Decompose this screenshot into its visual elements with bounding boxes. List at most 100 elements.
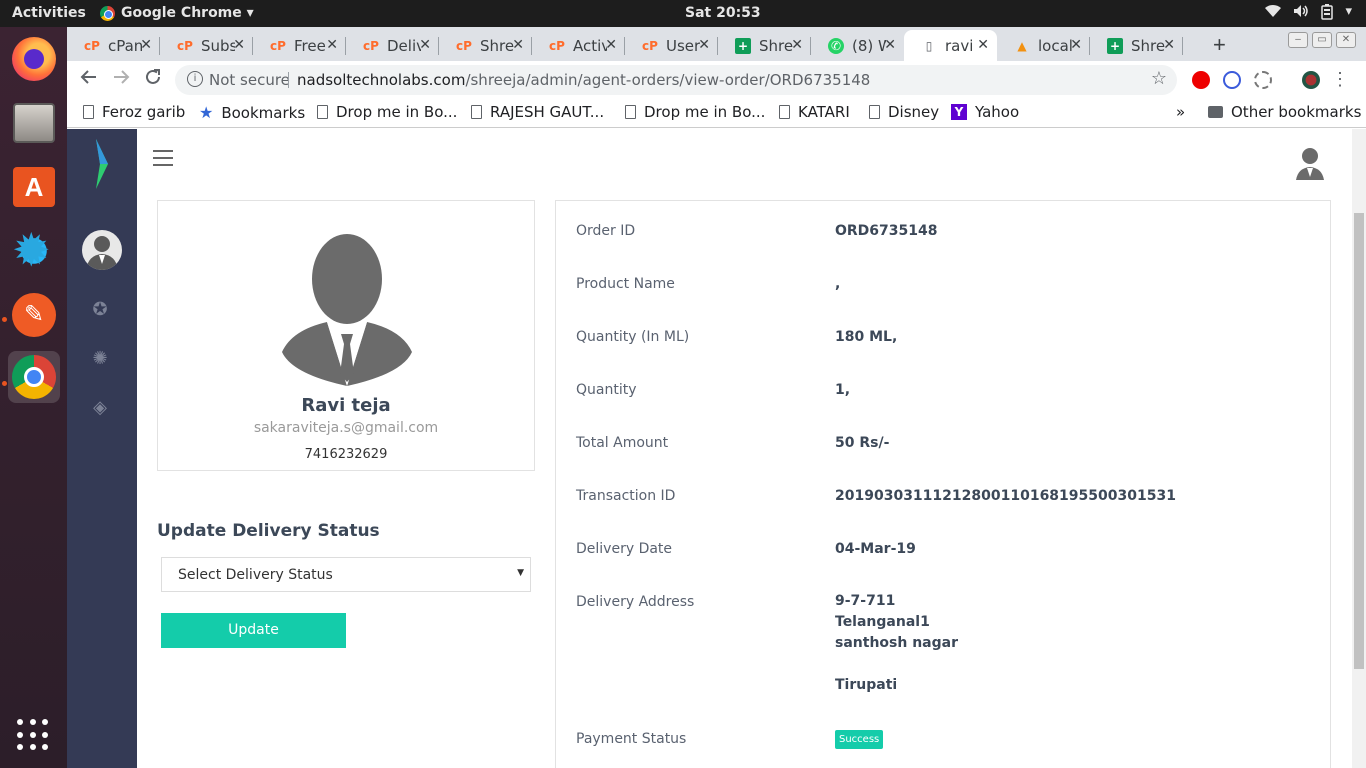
running-indicator	[2, 317, 7, 322]
cpanel-icon: cP	[456, 38, 472, 53]
reload-icon	[146, 69, 160, 84]
cpanel-icon: cP	[642, 38, 658, 53]
browser-tab[interactable]: cP cPan ✕	[67, 30, 160, 61]
update-button[interactable]: Update	[161, 613, 346, 648]
select-value: Select Delivery Status	[178, 567, 333, 583]
dock-software[interactable]: A	[8, 161, 60, 213]
page-scrollbar[interactable]	[1352, 129, 1366, 768]
delivery-status-select[interactable]: Select Delivery Status ▼	[161, 557, 531, 592]
phpmyadmin-icon: ▲	[1017, 38, 1027, 53]
close-tab-icon[interactable]: ✕	[698, 37, 710, 53]
forward-arrow-icon	[114, 70, 130, 84]
yahoo-icon: Y	[951, 104, 967, 120]
info-icon[interactable]: i	[187, 71, 203, 87]
chrome-menu-icon[interactable]: ⋮	[1331, 69, 1349, 90]
address-bar[interactable]: i Not secure nadsoltechnolabs.com/shreej…	[175, 65, 1177, 95]
bookmark-item[interactable]: ★ Bookmarks	[199, 103, 305, 122]
back-arrow-icon	[80, 70, 96, 84]
menu-toggle-button[interactable]	[153, 150, 173, 171]
browser-tab[interactable]: cP User ✕	[625, 30, 718, 61]
browser-tab[interactable]: + Shre ✕	[1090, 30, 1183, 61]
close-tab-icon[interactable]: ✕	[233, 37, 245, 53]
browser-tab[interactable]: cP Activ ✕	[532, 30, 625, 61]
forward-button[interactable]	[112, 68, 130, 92]
user-menu-avatar-icon[interactable]	[1295, 146, 1325, 182]
dock-firefox[interactable]	[8, 33, 60, 85]
agent-phone: 7416232629	[304, 447, 388, 462]
browser-tab[interactable]: ▲ local ✕	[997, 30, 1090, 61]
system-tray[interactable]: ▾	[1265, 4, 1352, 24]
bookmark-item[interactable]: Drop me in Bo...	[625, 103, 765, 121]
detail-value: ORD6735148	[835, 223, 938, 239]
other-bookmarks[interactable]: Other bookmarks	[1208, 103, 1361, 121]
close-tab-icon[interactable]: ✕	[977, 37, 989, 53]
cpanel-icon: cP	[270, 38, 286, 53]
star-icon: ★	[199, 103, 214, 122]
scrollbar-thumb[interactable]	[1354, 213, 1364, 669]
clock[interactable]: Sat 20:53	[685, 5, 761, 21]
detail-label: Delivery Date	[576, 541, 673, 557]
close-tab-icon[interactable]: ✕	[512, 37, 524, 53]
activities-button[interactable]: Activities	[12, 5, 86, 21]
logo-icon[interactable]	[95, 139, 109, 189]
sidebar-avatar[interactable]	[82, 230, 122, 270]
app-menu[interactable]: Google Chrome ▾	[100, 5, 254, 21]
close-tab-icon[interactable]: ✕	[1070, 37, 1082, 53]
bookmark-label: Drop me in Bo...	[644, 103, 766, 121]
extension-icon[interactable]	[1223, 71, 1241, 89]
dock-files[interactable]	[8, 97, 60, 149]
address-line: Tirupati	[835, 677, 898, 693]
close-tab-icon[interactable]: ✕	[791, 37, 803, 53]
dock-app[interactable]	[8, 223, 60, 277]
bookmark-star-icon[interactable]: ☆	[1151, 68, 1167, 89]
browser-tab[interactable]: cP Deliv ✕	[346, 30, 439, 61]
detail-label: Total Amount	[576, 435, 669, 451]
tab-label: local	[1038, 36, 1072, 55]
browser-tab[interactable]: cP Free ✕	[253, 30, 346, 61]
bookmark-item[interactable]: RAJESH GAUT...	[471, 103, 604, 121]
close-tab-icon[interactable]: ✕	[419, 37, 431, 53]
ubuntu-dock: A ✎	[0, 27, 67, 768]
bookmark-item[interactable]: Disney	[869, 103, 939, 121]
maximize-button[interactable]: ▭	[1312, 32, 1332, 48]
bookmark-item[interactable]: Drop me in Bo...	[317, 103, 457, 121]
profile-avatar-icon[interactable]	[1302, 71, 1320, 89]
sidebar-item-settings[interactable]: ✺	[90, 348, 110, 368]
detail-value: 1,	[835, 382, 851, 398]
browser-tab[interactable]: cP Shre ✕	[439, 30, 532, 61]
detail-label: Delivery Address	[576, 594, 695, 610]
close-tab-icon[interactable]: ✕	[884, 37, 896, 53]
browser-tab[interactable]: + Shre ✕	[718, 30, 811, 61]
tab-label: User	[666, 36, 700, 55]
close-tab-icon[interactable]: ✕	[1163, 37, 1175, 53]
reload-button[interactable]	[144, 68, 162, 92]
close-tab-icon[interactable]: ✕	[326, 37, 338, 53]
browser-tab[interactable]: ▯ ravi ✕	[904, 30, 997, 61]
close-tab-icon[interactable]: ✕	[605, 37, 617, 53]
browser-tab[interactable]: cP Subs ✕	[160, 30, 253, 61]
security-label[interactable]: Not secure	[209, 71, 290, 89]
dock-chrome[interactable]	[8, 351, 60, 403]
tab-label: (8) W	[852, 36, 886, 55]
show-applications-icon[interactable]	[17, 719, 49, 751]
folder-icon	[1208, 106, 1223, 118]
sidebar-item-directions[interactable]: ◈	[90, 397, 110, 417]
url-text[interactable]: nadsoltechnolabs.com/shreeja/admin/agent…	[297, 71, 870, 89]
minimize-button[interactable]: –	[1288, 32, 1308, 48]
sidebar-item-dashboard[interactable]: ✪	[90, 299, 110, 319]
bookmark-item[interactable]: KATARI	[779, 103, 850, 121]
browser-toolbar: i Not secure nadsoltechnolabs.com/shreej…	[67, 61, 1366, 98]
bookmark-item[interactable]: Feroz garib	[83, 103, 185, 121]
extension-icon[interactable]	[1254, 71, 1272, 89]
page-icon	[779, 105, 790, 119]
bookmarks-overflow-button[interactable]: »	[1176, 103, 1185, 121]
close-tab-icon[interactable]: ✕	[140, 37, 152, 53]
browser-tab[interactable]: ✆ (8) W ✕	[811, 30, 904, 61]
close-window-button[interactable]: ✕	[1336, 32, 1356, 48]
chrome-icon	[100, 5, 115, 21]
adblock-extension-icon[interactable]	[1192, 71, 1210, 89]
back-button[interactable]	[80, 68, 98, 92]
dock-postman[interactable]: ✎	[8, 289, 60, 341]
bookmark-item[interactable]: Y Yahoo	[951, 103, 1019, 121]
new-tab-button[interactable]: +	[1213, 32, 1226, 58]
